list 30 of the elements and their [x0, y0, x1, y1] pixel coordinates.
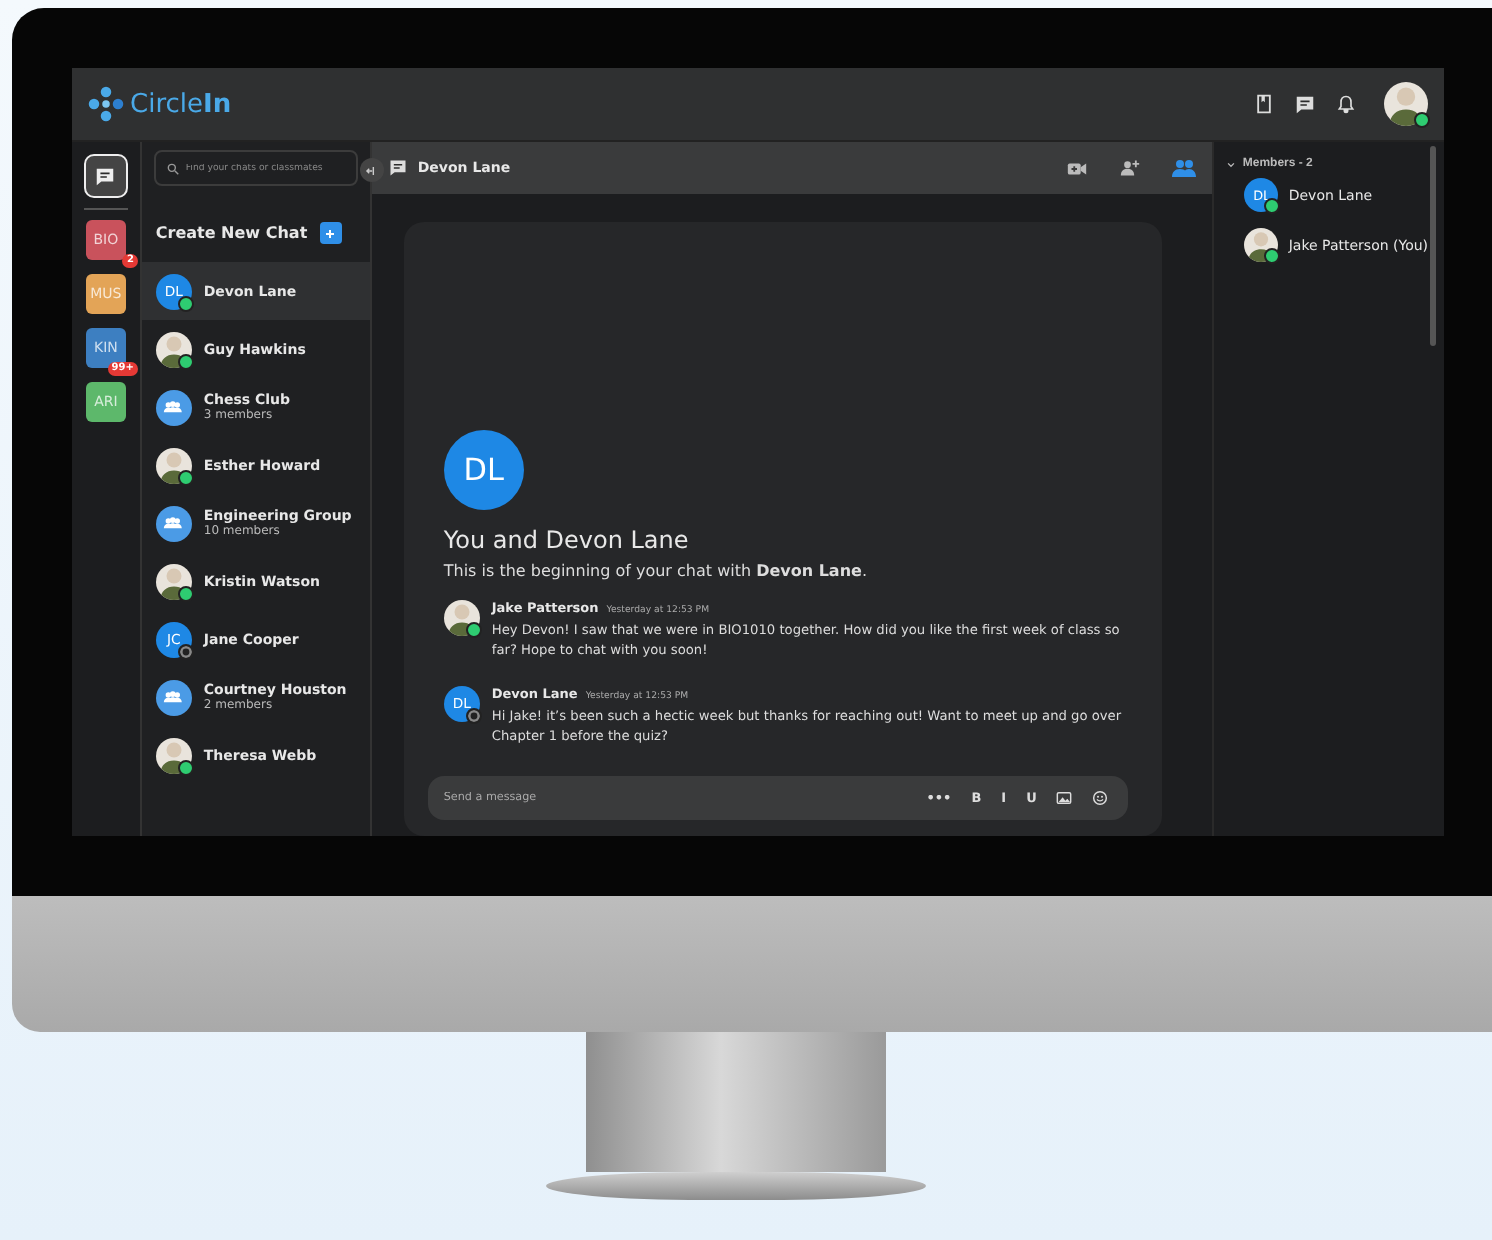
person-avatar-icon — [443, 600, 480, 636]
person-avatar-icon — [1384, 82, 1428, 126]
person-avatar-icon — [155, 447, 192, 483]
group-icon — [162, 686, 185, 708]
chat-icon[interactable] — [1294, 93, 1316, 115]
person-avatar-icon — [155, 737, 192, 773]
logo-icon — [88, 86, 124, 122]
collapse-icon — [364, 163, 379, 177]
book-icon[interactable] — [1254, 94, 1274, 114]
image-icon[interactable] — [1052, 790, 1077, 806]
plus-icon — [322, 225, 339, 241]
chats-button[interactable] — [83, 154, 128, 198]
add-person-icon[interactable] — [1120, 158, 1141, 178]
scrollbar[interactable] — [1429, 146, 1436, 346]
chat-icon — [387, 158, 408, 178]
intro-text: This is the beginning of your chat with Devon Lane. — [443, 562, 869, 580]
group-icon — [162, 512, 185, 534]
members-icon[interactable] — [1172, 156, 1197, 180]
avatar-initials: DL — [443, 430, 524, 510]
intro-title: You and Devon Lane — [443, 526, 691, 554]
search-icon — [165, 161, 180, 175]
person-avatar-icon — [155, 331, 192, 367]
create-chat-label: Create New Chat — [155, 224, 308, 242]
person-avatar-icon — [155, 563, 192, 599]
chat-icon — [94, 165, 117, 187]
group-icon — [162, 396, 185, 418]
bell-icon[interactable] — [1336, 94, 1356, 114]
new-chat-button[interactable] — [319, 222, 342, 244]
app-logo-text: CircleIn — [130, 89, 232, 119]
emoji-icon[interactable] — [1088, 790, 1113, 806]
